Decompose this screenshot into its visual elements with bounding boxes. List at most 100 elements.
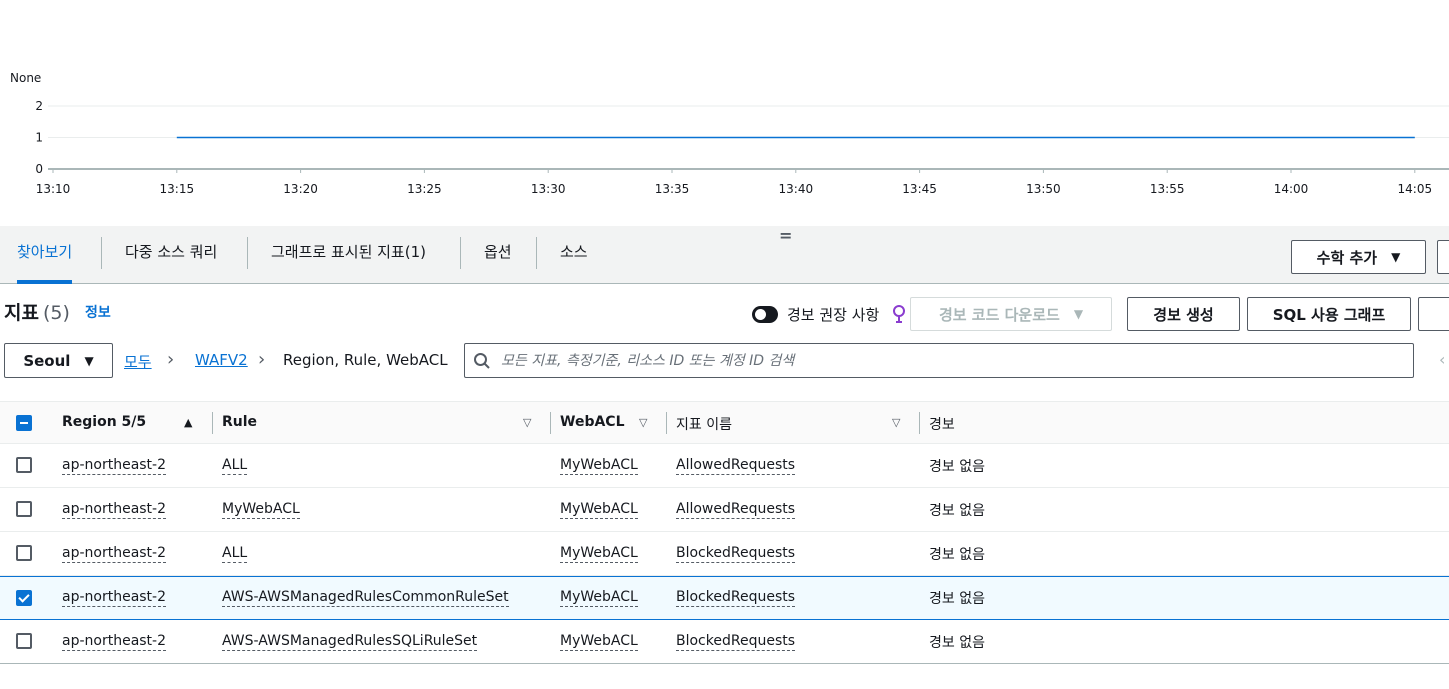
sort-icon[interactable]: ▽ xyxy=(892,416,900,429)
column-header-alarms: 경보 xyxy=(929,417,955,433)
create-alarm-button[interactable]: 경보 생성 xyxy=(1127,297,1240,331)
chevron-right-icon: › xyxy=(167,349,175,370)
cell-webacl[interactable]: MyWebACL xyxy=(560,545,638,563)
cell-rule[interactable]: AWS-AWSManagedRulesCommonRuleSet xyxy=(222,589,509,607)
y-unit-label: None xyxy=(10,71,41,85)
cell-metric-name[interactable]: BlockedRequests xyxy=(676,545,796,563)
column-header-webacl[interactable]: WebACL xyxy=(560,414,625,430)
x-axis: 13:10 13:15 13:20 13:25 13:30 13:35 13:40 13:45… xyxy=(36,169,1432,196)
column-header-metric-name[interactable]: 지표 이름 xyxy=(676,414,732,434)
table-row[interactable]: ap-northeast-2 ALL MyWebACL AllowedReque… xyxy=(0,444,1449,488)
column-divider[interactable] xyxy=(550,412,551,434)
row-checkbox[interactable] xyxy=(16,457,32,473)
sort-icon[interactable]: ▽ xyxy=(639,416,647,429)
breadcrumb-all[interactable]: 모두 xyxy=(124,351,152,372)
metrics-title: 지표 xyxy=(4,302,39,324)
sort-icon[interactable]: ▽ xyxy=(523,416,531,429)
x-tick-label: 13:40 xyxy=(779,182,814,196)
add-math-button[interactable]: 수학 추가 ▼ xyxy=(1291,240,1426,274)
cell-region[interactable]: ap-northeast-2 xyxy=(62,589,167,607)
cell-webacl[interactable]: MyWebACL xyxy=(560,457,638,475)
row-checkbox[interactable] xyxy=(16,633,32,649)
select-all-checkbox[interactable] xyxy=(16,415,32,431)
cell-region[interactable]: ap-northeast-2 xyxy=(62,545,167,563)
download-alarm-code-button[interactable]: 경보 코드 다운로드 ▼ xyxy=(910,297,1112,331)
chevron-left-icon[interactable]: ‹ xyxy=(1439,350,1445,369)
column-header-rule[interactable]: Rule xyxy=(222,414,257,430)
x-tick-label: 13:25 xyxy=(407,182,442,196)
x-tick-label: 14:05 xyxy=(1398,182,1433,196)
add-math-label: 수학 추가 xyxy=(1316,248,1378,267)
search-input[interactable] xyxy=(501,352,1381,369)
x-tick-label: 13:55 xyxy=(1150,182,1185,196)
row-checkbox[interactable] xyxy=(16,545,32,561)
cell-region[interactable]: ap-northeast-2 xyxy=(62,501,167,519)
cell-region[interactable]: ap-northeast-2 xyxy=(62,457,167,475)
alarm-recommendations-label: 경보 권장 사항 xyxy=(787,306,880,324)
tab-browse[interactable]: 찾아보기 xyxy=(17,226,73,284)
metrics-heading: 지표 (5) xyxy=(4,298,70,325)
row-checkbox[interactable] xyxy=(16,590,32,606)
cell-metric-name[interactable]: AllowedRequests xyxy=(676,501,796,519)
cell-region[interactable]: ap-northeast-2 xyxy=(62,633,167,651)
alarm-recommendations-toggle[interactable] xyxy=(752,306,778,323)
table-row[interactable]: ap-northeast-2 ALL MyWebACL BlockedReque… xyxy=(0,532,1449,576)
cell-alarm: 경보 없음 xyxy=(929,635,985,651)
column-divider[interactable] xyxy=(212,412,213,434)
caret-down-icon: ▼ xyxy=(1391,250,1401,264)
x-tick-label: 13:45 xyxy=(902,182,937,196)
table-row[interactable]: ap-northeast-2 AWS-AWSManagedRulesSQLiRu… xyxy=(0,620,1449,664)
overflow-button[interactable] xyxy=(1418,297,1449,331)
cell-alarm: 경보 없음 xyxy=(929,459,985,475)
resize-handle-icon[interactable]: = xyxy=(779,228,792,244)
cell-webacl[interactable]: MyWebACL xyxy=(560,633,638,651)
sort-ascending-icon[interactable]: ▲ xyxy=(184,416,192,429)
table-row-selected[interactable]: ap-northeast-2 AWS-AWSManagedRulesCommon… xyxy=(0,576,1449,620)
tab-divider xyxy=(536,237,537,269)
cell-metric-name[interactable]: AllowedRequests xyxy=(676,457,796,475)
cell-rule[interactable]: ALL xyxy=(222,457,248,475)
tab-graphed-metrics[interactable]: 그래프로 표시된 지표(1) xyxy=(271,226,426,283)
x-tick-label: 13:10 xyxy=(36,182,71,196)
x-tick-label: 13:50 xyxy=(1026,182,1061,196)
x-tick-label: 13:30 xyxy=(531,182,566,196)
cell-alarm: 경보 없음 xyxy=(929,547,985,563)
tab-source[interactable]: 소스 xyxy=(560,226,588,283)
column-divider[interactable] xyxy=(919,412,920,434)
x-tick-label: 14:00 xyxy=(1274,182,1309,196)
cell-alarm: 경보 없음 xyxy=(929,591,985,607)
graph-with-sql-button[interactable]: SQL 사용 그래프 xyxy=(1247,297,1411,331)
breadcrumb-wafv2[interactable]: WAFV2 xyxy=(195,351,248,369)
caret-down-icon: ▼ xyxy=(84,353,94,368)
metric-graph: None 012 13:10 13:15 13:20 13:25 13:30 13:35 1… xyxy=(10,71,1449,196)
tab-multi-source-query[interactable]: 다중 소스 쿼리 xyxy=(125,226,217,283)
tab-options[interactable]: 옵션 xyxy=(484,226,512,283)
table-row[interactable]: ap-northeast-2 MyWebACL MyWebACL Allowed… xyxy=(0,488,1449,532)
info-link[interactable]: 정보 xyxy=(85,302,111,322)
y-tick-label: 1 xyxy=(35,131,43,145)
cell-rule[interactable]: ALL xyxy=(222,545,248,563)
cell-rule[interactable]: AWS-AWSManagedRulesSQLiRuleSet xyxy=(222,633,478,651)
source-tab-bar: 찾아보기 다중 소스 쿼리 그래프로 표시된 지표(1) 옵션 소스 xyxy=(0,226,1449,284)
row-checkbox[interactable] xyxy=(16,501,32,517)
x-tick-label: 13:15 xyxy=(160,182,195,196)
cell-metric-name[interactable]: BlockedRequests xyxy=(676,633,796,651)
x-tick-label: 13:20 xyxy=(283,182,318,196)
cell-webacl[interactable]: MyWebACL xyxy=(560,589,638,607)
column-header-region[interactable]: Region 5/5 xyxy=(62,414,146,430)
region-select[interactable]: Seoul ▼ xyxy=(4,343,113,378)
cell-alarm: 경보 없음 xyxy=(929,503,985,519)
y-tick-label: 0 xyxy=(35,162,43,176)
cell-metric-name[interactable]: BlockedRequests xyxy=(676,589,796,607)
tab-divider xyxy=(460,237,461,269)
overflow-button[interactable] xyxy=(1437,240,1449,274)
caret-down-icon: ▼ xyxy=(1073,307,1084,321)
lightbulb-icon xyxy=(893,305,905,323)
metrics-count: (5) xyxy=(42,302,70,324)
metric-search-box[interactable] xyxy=(464,343,1414,378)
download-alarm-code-label: 경보 코드 다운로드 xyxy=(938,305,1060,324)
search-icon xyxy=(474,352,490,369)
cell-webacl[interactable]: MyWebACL xyxy=(560,501,638,519)
cell-rule[interactable]: MyWebACL xyxy=(222,501,300,519)
column-divider[interactable] xyxy=(666,412,667,434)
